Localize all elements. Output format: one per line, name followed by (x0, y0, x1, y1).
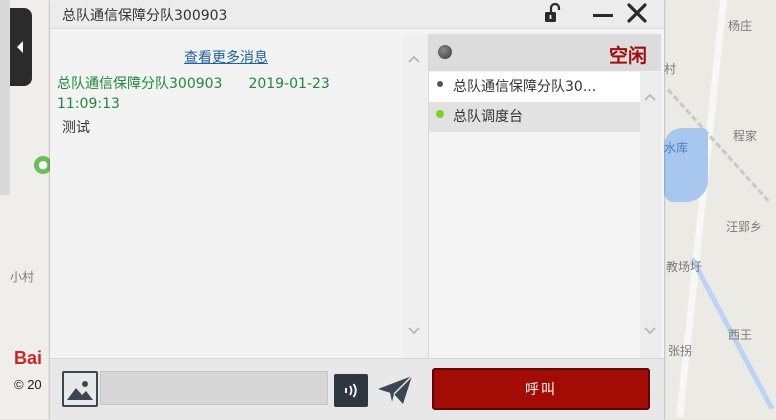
status-indicator-icon (438, 45, 452, 59)
map-label-xiwang: 西王 (728, 328, 753, 342)
member-status-icon (437, 81, 443, 87)
title-bar[interactable]: 总队通信保障分队300903 (50, 0, 664, 29)
map-copyright: © 20 (14, 377, 42, 392)
message-text: 测试 (62, 120, 90, 136)
image-upload-button[interactable] (62, 371, 98, 407)
member-panel: 空闲 总队通信保障分队30... 总队调度台 (429, 34, 661, 358)
composer-bar: 呼叫 (50, 358, 664, 420)
map-label-yangzhuang: 杨庄 (728, 19, 753, 33)
unlock-icon[interactable] (542, 2, 564, 24)
map-label-xiaocun: 小村 (10, 270, 35, 284)
map-label-wangyingxiang: 汪郢乡 (726, 220, 763, 234)
map-label-cun: 村 (664, 62, 677, 76)
message-header: 总队通信保障分队300903 2019-01-23 11:09:13 (57, 74, 397, 114)
call-button[interactable]: 呼叫 (432, 368, 650, 410)
status-header: 空闲 (429, 34, 661, 71)
member-list[interactable]: 总队通信保障分队30... 总队调度台 (429, 72, 640, 358)
message-time: 11:09:13 (57, 96, 120, 112)
member-name: 总队通信保障分队30... (453, 79, 597, 95)
image-icon (67, 381, 93, 400)
message-pane[interactable]: 查看更多消息 总队通信保障分队300903 2019-01-23 11:09:13… (50, 34, 402, 358)
window-title: 总队通信保障分队300903 (62, 8, 228, 24)
message-input[interactable] (100, 371, 328, 405)
panel-collapse-handle[interactable] (10, 8, 32, 86)
member-name: 总队调度台 (453, 109, 523, 125)
member-item[interactable]: 总队调度台 (429, 102, 640, 132)
scroll-up-icon[interactable] (644, 92, 656, 104)
close-icon[interactable] (626, 2, 648, 24)
sound-wave-icon (345, 383, 357, 398)
chat-dialog: 总队通信保障分队300903 查看更多消息 总队通信保障分队300903 2019… (50, 0, 664, 420)
member-status-icon (436, 110, 444, 118)
voice-button[interactable] (334, 374, 368, 407)
member-scrollbar[interactable] (640, 72, 661, 358)
minimize-icon[interactable] (592, 2, 614, 24)
map-label-zhangguai: 张拐 (668, 344, 693, 358)
scroll-down-icon[interactable] (644, 324, 656, 336)
message-date: 2019-01-23 (248, 76, 330, 92)
view-more-messages-link[interactable]: 查看更多消息 (50, 47, 402, 67)
map-side-panel (0, 0, 10, 195)
member-item[interactable]: 总队通信保障分队30... (429, 72, 640, 102)
send-icon[interactable] (376, 373, 414, 407)
message-scrollbar[interactable] (403, 34, 428, 358)
status-label: 空闲 (608, 45, 647, 67)
map-label-jiaochangyu: 教场圩 (666, 260, 703, 274)
chevron-left-icon (17, 41, 23, 53)
scroll-down-icon[interactable] (408, 324, 420, 336)
map-label-shuiku: 水库 (664, 141, 689, 155)
baidu-logo: Bai (14, 348, 43, 368)
message-sender: 总队通信保障分队300903 (57, 76, 223, 92)
scroll-up-icon[interactable] (408, 54, 420, 66)
map-label-chengjia: 程家 (733, 129, 758, 143)
